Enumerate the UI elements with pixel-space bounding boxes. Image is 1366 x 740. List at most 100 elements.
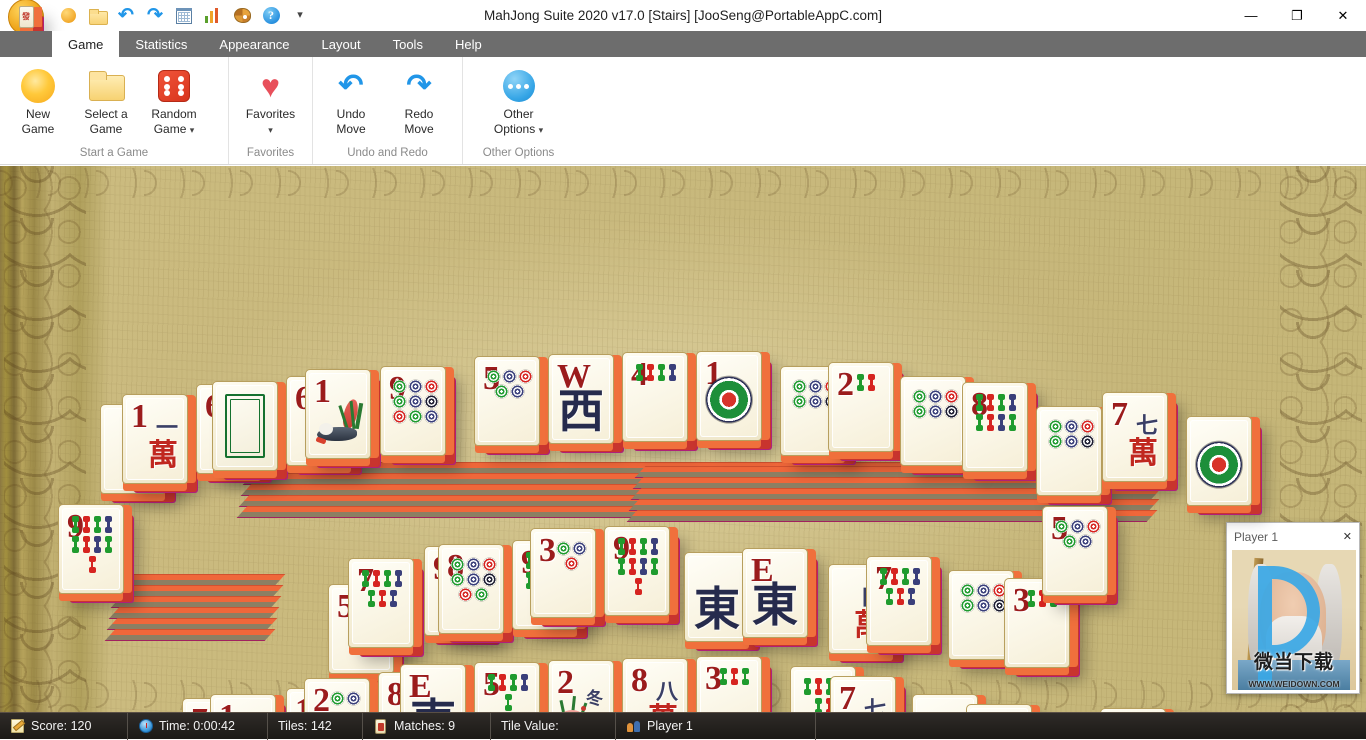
player-panel-title: Player 1 — [1234, 530, 1278, 544]
tile-7-character[interactable]: 7七萬 — [1102, 392, 1168, 482]
tile-2-circles-bottom-b[interactable]: 2 — [966, 704, 1032, 712]
tile-1-character-bottom[interactable]: 1一萬 — [210, 694, 276, 712]
appearance-palette-icon[interactable] — [232, 6, 252, 26]
tile-1-bamboo-bird[interactable]: 1 — [305, 369, 371, 459]
chevron-down-icon[interactable]: ▾ — [539, 125, 544, 135]
layout-grid-icon[interactable] — [174, 6, 194, 26]
tile-char-wan: 萬 — [148, 430, 178, 474]
redo-icon[interactable]: ↷ — [145, 6, 165, 26]
tile-8-character-bottom[interactable]: 8八萬 — [622, 658, 688, 712]
bamboo-suit-sticks — [614, 538, 662, 595]
close-button[interactable]: ✕ — [1320, 0, 1366, 31]
tab-layout[interactable]: Layout — [306, 31, 377, 57]
chevron-down-icon[interactable]: ▾ — [268, 125, 273, 135]
tile-5-bamboo-bottom[interactable]: 5 — [474, 662, 540, 712]
group-label-start-a-game: Start a Game — [4, 145, 224, 164]
favorites-button[interactable]: ♥ Favorites▾ — [233, 61, 308, 138]
bamboo-suit-sticks — [714, 668, 754, 685]
ribbon-group-start-a-game: NewGame Select aGame RandomGame ▾ Start … — [0, 57, 228, 164]
maximize-button[interactable]: ❐ — [1274, 0, 1320, 31]
customize-toolbar-icon[interactable]: ▾ — [290, 6, 310, 26]
random-game-label-line2: Game — [154, 122, 187, 136]
ellipsis-icon — [503, 67, 535, 105]
tile-face: 3 — [700, 660, 758, 712]
tile-char-upper: 一 — [244, 710, 266, 712]
status-time: Time: 0:00:42 — [128, 713, 268, 740]
tab-game[interactable]: Game — [52, 31, 119, 57]
tile-number: 1 — [131, 398, 148, 436]
tile-2-flower-bottom[interactable]: 2冬 — [548, 660, 614, 712]
game-board[interactable]: 1一萬66195W西41287七萬95798939東E東四萬735871一萬12… — [0, 166, 1366, 712]
random-game-button[interactable]: RandomGame ▾ — [140, 61, 208, 138]
redo-label-line2: Move — [404, 122, 433, 136]
tile-5-circles[interactable]: 5 — [474, 356, 540, 446]
circle-suit-pips — [1054, 520, 1100, 548]
tile-circles-partial-b[interactable] — [900, 376, 966, 466]
tile-face: 8八萬 — [626, 662, 684, 712]
tile-1-character[interactable]: 1一萬 — [122, 394, 188, 484]
tile-2-bamboo[interactable]: 2 — [828, 362, 894, 452]
chevron-down-icon[interactable]: ▾ — [190, 125, 195, 135]
other-options-button[interactable]: OtherOptions ▾ — [467, 61, 570, 138]
status-matches-text: Matches: 9 — [394, 719, 455, 733]
tile-2-circles-bottom[interactable]: 2 — [304, 678, 370, 712]
tile-face: 5 — [478, 360, 536, 442]
tile-7-bamboo[interactable]: 7 — [348, 558, 414, 648]
undo-label-line1: Undo — [337, 107, 366, 121]
tile-4-bamboo[interactable]: 4 — [622, 352, 688, 442]
player-panel[interactable]: Player 1 ✕ 微当下载 WWW.WEIDOWN.COM — [1226, 522, 1360, 694]
tab-tools[interactable]: Tools — [377, 31, 439, 57]
tile-face: 1一萬 — [214, 698, 272, 712]
tile-1-circle-dragon[interactable]: 1 — [696, 351, 762, 441]
clock-icon — [138, 719, 153, 734]
tile-face: 1 — [309, 373, 367, 455]
circle-suit-pips — [1048, 420, 1094, 448]
undo-icon[interactable]: ↶ — [116, 6, 136, 26]
undo-move-button[interactable]: ↶ UndoMove — [317, 61, 385, 137]
tile-east-bottom[interactable]: E東 — [400, 664, 466, 712]
tile-7-character-bottom[interactable]: 7七萬 — [830, 676, 896, 712]
tile-3-bamboo-bottom[interactable]: 3 — [696, 656, 762, 712]
tile-9-circles[interactable]: 9 — [380, 366, 446, 456]
redo-move-button[interactable]: ↷ RedoMove — [385, 61, 453, 137]
tab-help[interactable]: Help — [439, 31, 498, 57]
tile-9-bamboo[interactable]: 9 — [604, 526, 670, 616]
tile-stack-base — [105, 629, 276, 641]
tile-north-wind[interactable]: N北 — [1100, 708, 1166, 712]
select-a-game-button[interactable]: Select aGame — [72, 61, 140, 137]
tile-face — [1190, 420, 1248, 502]
statistics-chart-icon[interactable] — [203, 6, 223, 26]
board-border-ornament-top — [0, 168, 1366, 198]
tile-circles-partial-c[interactable] — [1036, 406, 1102, 496]
new-game-button[interactable]: NewGame — [4, 61, 72, 137]
tile-char-wan: 萬 — [648, 694, 678, 712]
status-player: Player 1 — [616, 713, 816, 740]
tile-5-circles-right[interactable]: 5 — [1042, 506, 1108, 596]
folder-icon[interactable] — [87, 6, 107, 26]
tile-8-circles[interactable]: 8 — [438, 544, 504, 634]
tile-west-wind[interactable]: W西 — [548, 354, 614, 444]
tile-9-bamboo-left[interactable]: 9 — [58, 504, 124, 594]
select-game-label-line2: Game — [90, 122, 123, 136]
group-label-favorites: Favorites — [233, 145, 308, 164]
bamboo-suit-sticks — [484, 674, 532, 711]
minimize-button[interactable]: — — [1228, 0, 1274, 31]
tile-face: 7七萬 — [834, 680, 892, 712]
tile-7-bamboo-b[interactable]: 7 — [866, 556, 932, 646]
bamboo-suit-sticks — [358, 570, 406, 607]
tile-face: 8 — [442, 548, 500, 630]
tile-east-wind-partial[interactable]: 東 — [684, 552, 750, 642]
close-icon[interactable]: ✕ — [1343, 532, 1352, 543]
other-options-label-line1: Other — [503, 107, 533, 121]
help-icon[interactable]: ? — [261, 6, 281, 26]
status-player-text: Player 1 — [647, 719, 693, 733]
tab-statistics[interactable]: Statistics — [119, 31, 203, 57]
tab-appearance[interactable]: Appearance — [203, 31, 305, 57]
tile-east-wind[interactable]: E東 — [742, 548, 808, 638]
other-options-label-line2: Options — [494, 122, 535, 136]
tile-3-circles[interactable]: 3 — [530, 528, 596, 618]
tile-circle-edge[interactable] — [1186, 416, 1252, 506]
tile-8-bamboo[interactable]: 8 — [962, 382, 1028, 472]
tile-back[interactable] — [212, 381, 278, 471]
orange-circle-icon[interactable] — [58, 6, 78, 26]
